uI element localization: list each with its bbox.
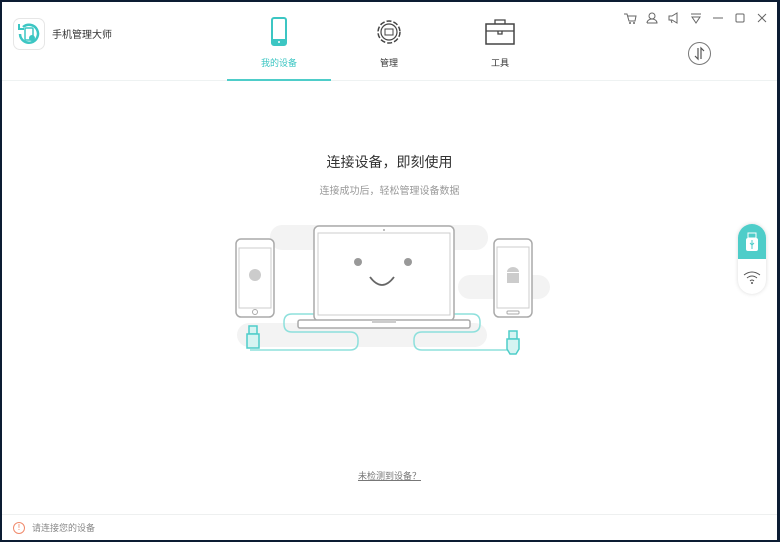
phone-icon [271, 17, 287, 46]
maximize-icon[interactable] [731, 10, 749, 26]
app-name: 手机管理大师 [52, 30, 112, 41]
transfer-arrows-icon [694, 46, 705, 61]
android-phone [493, 238, 533, 318]
gear-icon [377, 20, 401, 44]
minimize-icon[interactable] [709, 10, 727, 26]
app-window: 手机管理大师 我的设备 管理 工具 连接设备，即刻使用 连接成功后，轻松管理设备… [2, 2, 777, 540]
active-tab-indicator [227, 79, 331, 81]
app-logo [13, 18, 45, 50]
header: 手机管理大师 我的设备 管理 工具 [2, 2, 777, 81]
sync-button[interactable] [688, 42, 711, 65]
status-bar: ! 请连接您的设备 [2, 514, 777, 540]
megaphone-icon[interactable] [665, 10, 683, 26]
wifi-mode-button[interactable] [738, 259, 766, 294]
usb-mode-button[interactable] [738, 224, 766, 259]
tab-manage[interactable]: 管理 [337, 2, 441, 81]
usb-icon [746, 232, 758, 251]
laptop [297, 225, 471, 329]
page-subtitle: 连接成功后，轻松管理设备数据 [319, 186, 460, 197]
toolbox-icon [485, 19, 515, 45]
cart-icon[interactable] [621, 10, 639, 26]
iphone [235, 238, 275, 318]
tab-label: 工具 [490, 59, 509, 69]
user-icon[interactable] [643, 10, 661, 26]
logo-icon [18, 23, 40, 44]
connection-illustration [235, 225, 550, 355]
page-title: 连接设备，即刻使用 [326, 155, 453, 171]
tab-label: 管理 [379, 59, 398, 69]
tab-tools[interactable]: 工具 [448, 2, 552, 81]
device-not-detected-link[interactable]: 未检测到设备？ [2, 469, 777, 482]
wifi-icon [743, 271, 761, 284]
menu-icon[interactable] [687, 10, 705, 26]
close-icon[interactable] [753, 10, 771, 26]
warning-icon: ! [13, 521, 25, 534]
tab-label: 我的设备 [260, 59, 297, 69]
connection-mode-toggle [738, 224, 766, 294]
tab-my-devices[interactable]: 我的设备 [227, 2, 331, 81]
status-text: 请连接您的设备 [32, 524, 96, 534]
